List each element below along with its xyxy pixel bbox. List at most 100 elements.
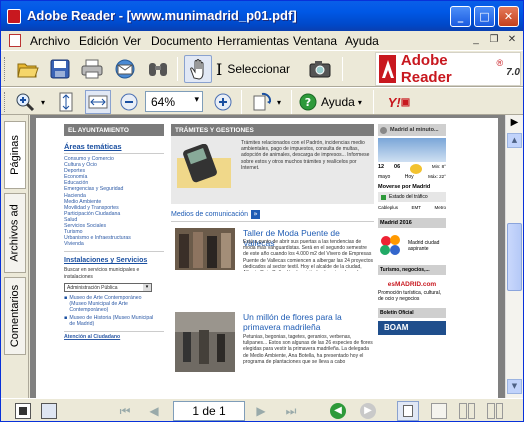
zoom-in-tool-icon[interactable]	[13, 91, 37, 113]
brand-text: Adobe Reader	[400, 52, 452, 86]
menu-ver[interactable]: Ver	[123, 34, 141, 48]
vertical-scrollbar[interactable]: ▶ ▲ ▼	[505, 115, 523, 398]
menu-edicion[interactable]: Edición	[79, 34, 118, 48]
yahoo-toolbar-icon[interactable]: Y! ▣	[382, 91, 416, 113]
page-size-icon	[15, 403, 31, 419]
rotate-view-icon[interactable]	[250, 91, 274, 113]
help-label: Ayuda	[321, 95, 355, 109]
madrid2016-box[interactable]: Madrid ciudad aspirante	[378, 231, 446, 261]
medios-title: Medios de comunicación	[171, 211, 249, 218]
inst-link-museo-historia[interactable]: Museo de Historia (Museo Municipal de Ma…	[69, 315, 157, 327]
menu-ayuda[interactable]: Ayuda	[345, 34, 379, 48]
close-button[interactable]: ✕	[498, 6, 519, 27]
emt-link[interactable]: EMT	[412, 205, 422, 210]
madrid2016-logo-icon	[380, 235, 400, 255]
rotate-dropdown-icon[interactable]: ▾	[274, 96, 284, 108]
zoom-out-icon[interactable]	[119, 92, 139, 112]
tab-pages[interactable]: Páginas	[4, 121, 26, 189]
toolbar-separator	[241, 90, 242, 114]
zoom-field[interactable]: 64% ▾	[145, 91, 203, 112]
traffic-icon	[381, 194, 386, 200]
doc-restore-button[interactable]: ❐	[487, 34, 501, 47]
scroll-thumb[interactable]	[507, 223, 522, 291]
tramites-text: Trámites relacionados con el Padrón, inc…	[241, 140, 370, 171]
news2-title[interactable]: Un millón de flores para la primavera ma…	[243, 312, 373, 332]
maximize-button[interactable]: □	[474, 6, 495, 27]
esmadrid-text: Promoción turística, cultural, de ocio y…	[378, 290, 442, 302]
single-page-layout-icon[interactable]	[397, 401, 419, 421]
installations-title[interactable]: Instalaciones y Servicios	[64, 256, 164, 265]
cableplus-link[interactable]: Cableplus	[378, 205, 398, 210]
view-toolbar: ▾ 64% ▾ ▾ ? Ayuda ▾ Y! ▣	[1, 87, 523, 115]
medios-header[interactable]: Medios de comunicación »	[171, 210, 374, 222]
document-icon[interactable]	[9, 34, 21, 47]
trafico-link[interactable]: Estado del tráfico	[378, 192, 446, 202]
tab-attachments[interactable]: Archivos ad	[4, 193, 26, 273]
toolbar-grip[interactable]	[4, 57, 7, 81]
news1-photo	[175, 228, 235, 270]
areas-title[interactable]: Áreas temáticas	[64, 142, 164, 151]
help-button[interactable]: ? Ayuda ▾	[299, 91, 369, 113]
toolbar-grip[interactable]	[4, 92, 7, 112]
full-screen-icon[interactable]	[41, 403, 57, 419]
email-icon[interactable]	[111, 56, 139, 82]
next-page-icon[interactable]: ▶	[253, 403, 269, 419]
panel-toggle-icon[interactable]: ▶	[507, 117, 522, 132]
boam-banner[interactable]: BOAM	[378, 321, 446, 335]
esmadrid-logo[interactable]: esMADRID.com	[378, 281, 446, 288]
title-bar: Adobe Reader - [www.munimadrid_p01.pdf] …	[1, 1, 523, 31]
adobe-reader-app-icon[interactable]	[7, 9, 21, 24]
print-icon[interactable]	[79, 56, 105, 82]
snapshot-camera-icon[interactable]	[307, 56, 333, 82]
scroll-up-button[interactable]: ▲	[507, 133, 522, 148]
menu-herramientas[interactable]: Herramientas	[217, 34, 289, 48]
arrow-right-icon: »	[251, 210, 261, 219]
installations-select[interactable]: Administración Pública ▾	[64, 282, 152, 292]
tab-comments[interactable]: Comentarios	[4, 277, 26, 355]
metro-link[interactable]: Metro	[434, 205, 446, 210]
zoom-in-icon[interactable]	[213, 92, 233, 112]
adobe-logo-icon	[379, 55, 396, 83]
go-back-icon[interactable]: ◀	[330, 403, 346, 419]
first-page-icon[interactable]: ⏮	[117, 403, 133, 419]
select-tool-button[interactable]: Ι Seleccionar	[216, 56, 306, 82]
atencion-link[interactable]: Atención al Ciudadano	[64, 334, 164, 340]
continuous-facing-layout-icon[interactable]	[487, 403, 503, 419]
save-icon[interactable]	[47, 56, 73, 82]
zoom-tool-dropdown-icon[interactable]: ▾	[38, 96, 48, 108]
menu-archivo[interactable]: Archivo	[30, 34, 70, 48]
continuous-layout-icon[interactable]	[431, 403, 447, 419]
zoom-dropdown-icon[interactable]: ▾	[194, 95, 199, 105]
last-page-icon[interactable]: ⏭	[283, 403, 299, 419]
open-icon[interactable]	[15, 56, 41, 82]
help-dropdown-icon[interactable]: ▾	[358, 98, 362, 107]
text-cursor-icon: Ι	[216, 59, 223, 79]
zoom-value[interactable]: 64%	[151, 95, 175, 109]
sun-icon	[410, 164, 423, 174]
document-viewport[interactable]: EL AYUNTAMIENTO Áreas temáticas Consumo …	[30, 115, 505, 398]
adobe-reader-logo[interactable]: Adobe Reader ® 7.0	[375, 52, 521, 86]
menu-ventana[interactable]: Ventana	[293, 34, 337, 48]
previous-page-icon[interactable]: ◀	[146, 403, 162, 419]
hand-tool-icon[interactable]	[184, 55, 212, 83]
go-forward-icon[interactable]: ▶	[360, 403, 376, 419]
area-link[interactable]: Vivienda	[64, 241, 164, 247]
minimize-button[interactable]: _	[450, 6, 471, 27]
scroll-down-button[interactable]: ▼	[507, 379, 522, 394]
sky-image	[378, 138, 446, 162]
facing-layout-icon[interactable]	[459, 403, 475, 419]
main-toolbar: Ι Seleccionar Adobe Reader ® 7.0	[1, 50, 523, 87]
fit-height-icon[interactable]	[55, 91, 77, 113]
doc-close-button[interactable]: ✕	[505, 34, 519, 47]
menu-documento[interactable]: Documento	[151, 34, 212, 48]
inst-link-museo-arte[interactable]: Museo de Arte Contemporáneo (Museo Munic…	[69, 295, 157, 313]
news-item-1: Taller de Moda Puente de Vallecas Está a…	[171, 228, 374, 320]
center-column: TRÁMITES Y GESTIONES Trámites relacionad…	[171, 124, 374, 398]
fit-width-icon[interactable]	[85, 90, 111, 114]
search-binoculars-icon[interactable]	[145, 56, 171, 82]
weather-day: 12	[378, 164, 385, 170]
status-bar: ⏮ ◀ 1 de 1 ▶ ⏭ ◀ ▶	[1, 398, 523, 421]
doc-minimize-button[interactable]: _	[469, 34, 483, 47]
inst-link-row: ▪ Museo de Historia (Museo Municipal de M…	[64, 315, 164, 327]
page-number-field[interactable]: 1 de 1	[173, 401, 245, 421]
